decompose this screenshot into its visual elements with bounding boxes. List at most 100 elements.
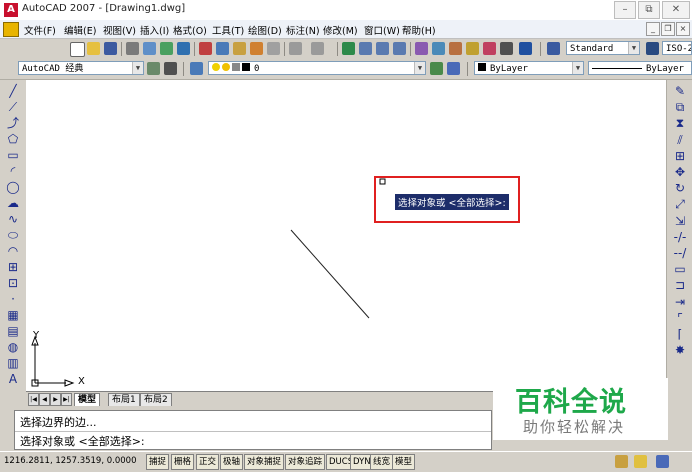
menu-insert[interactable]: 插入(I) [140,23,169,37]
text-style-icon[interactable] [547,42,560,55]
mirror-icon[interactable]: ⧗ [673,116,687,130]
polygon-icon[interactable]: ⬠ [6,132,20,146]
undo-icon[interactable] [289,42,302,55]
save-workspace-icon[interactable] [164,62,177,75]
circle-icon[interactable]: ◯ [6,180,20,194]
open-icon[interactable] [87,42,100,55]
ortho-toggle[interactable]: 正交 [196,454,220,470]
spline-icon[interactable]: ∿ [6,212,20,226]
erase-icon[interactable]: ✎ [673,84,687,98]
construction-line-icon[interactable]: ⟋ [6,100,20,114]
extend-icon[interactable]: --/ [673,246,687,260]
line-icon[interactable]: ╱ [6,84,20,98]
workspace-settings-icon[interactable] [147,62,160,75]
autocad-app-icon[interactable]: A [4,3,18,17]
zoom-window-icon[interactable] [376,42,389,55]
clean-screen-icon[interactable] [656,455,669,468]
tab-layout1[interactable]: 布局1 [108,393,140,407]
first-tab-button[interactable]: |◀ [28,393,39,406]
table-icon[interactable]: ▥ [6,356,20,370]
make-block-icon[interactable]: ⊡ [6,276,20,290]
document-icon[interactable] [3,22,19,37]
chevron-down-icon[interactable]: ▼ [628,42,639,54]
revision-cloud-icon[interactable]: ☁ [6,196,20,210]
new-icon[interactable] [70,42,85,57]
rotate-icon[interactable]: ↻ [673,181,687,195]
prev-tab-button[interactable]: ◀ [39,393,50,406]
ellipse-arc-icon[interactable]: ◠ [6,244,20,258]
menu-file[interactable]: 文件(F) [24,23,56,37]
menu-view[interactable]: 视图(V) [103,23,136,37]
redo-icon[interactable] [311,42,324,55]
markup-icon[interactable] [483,42,496,55]
chamfer-icon[interactable]: ⌜ [673,311,687,325]
last-tab-button[interactable]: ▶| [61,393,72,406]
join-icon[interactable]: ⇥ [673,295,687,309]
menu-edit[interactable]: 编辑(E) [64,23,96,37]
chevron-down-icon[interactable]: ▼ [132,62,143,74]
match-properties-icon[interactable] [250,42,263,55]
layer-previous-icon[interactable] [447,62,460,75]
chevron-down-icon[interactable]: ▼ [414,62,425,74]
grid-toggle[interactable]: 栅格 [171,454,195,470]
menu-draw[interactable]: 绘图(D) [248,23,282,37]
offset-icon[interactable]: ⫽ [673,133,687,147]
lock-icon[interactable] [634,455,647,468]
publish-icon[interactable] [160,42,173,55]
dim-style-combo[interactable]: ISO-2 [662,41,692,55]
array-icon[interactable]: ⊞ [673,149,687,163]
help-icon[interactable] [519,42,532,55]
model-toggle[interactable]: 模型 [392,454,416,470]
calculator-icon[interactable] [500,42,513,55]
polyline-icon[interactable]: ⤴ [6,116,20,130]
drawing-canvas[interactable]: 选择对象或 <全部选择>: Y X [26,80,666,391]
lineweight-toggle[interactable]: 线宽 [370,454,394,470]
sheet-set-icon[interactable] [466,42,479,55]
block-editor-icon[interactable] [267,42,280,55]
workspace-combo[interactable]: AutoCAD 经典 ▼ [18,61,144,75]
text-style-combo[interactable]: Standard ▼ [566,41,640,55]
chevron-down-icon[interactable]: ▼ [572,62,583,74]
tab-model[interactable]: 模型 [74,393,101,407]
menu-modify[interactable]: 修改(M) [323,23,358,37]
region-icon[interactable]: ◍ [6,340,20,354]
coordinate-readout[interactable]: 1216.2811, 1257.3519, 0.0000 [4,456,136,466]
drawn-line[interactable] [290,229,370,319]
fillet-icon[interactable]: ⌈ [673,327,687,341]
point-icon[interactable]: · [6,292,20,306]
dim-style-icon[interactable] [646,42,659,55]
doc-close-button[interactable]: × [676,22,690,36]
rectangle-icon[interactable]: ▭ [6,148,20,162]
arc-icon[interactable]: ◜ [6,164,20,178]
3d-dwf-icon[interactable] [177,42,190,55]
design-center-icon[interactable] [432,42,445,55]
pan-icon[interactable] [342,42,355,55]
scale-icon[interactable]: ⤢ [673,197,687,211]
copy-clip-icon[interactable] [216,42,229,55]
close-button[interactable]: ✕ [662,1,690,19]
plot-preview-icon[interactable] [143,42,156,55]
properties-icon[interactable] [415,42,428,55]
hatch-icon[interactable]: ▦ [6,308,20,322]
doc-restore-button[interactable]: ❐ [661,22,675,36]
move-icon[interactable]: ✥ [673,165,687,179]
insert-block-icon[interactable]: ⊞ [6,260,20,274]
mtext-icon[interactable]: A [6,372,20,386]
tool-palettes-icon[interactable] [449,42,462,55]
tab-layout2[interactable]: 布局2 [140,393,172,407]
menu-help[interactable]: 帮助(H) [402,23,436,37]
layer-manager-icon[interactable] [190,62,203,75]
save-icon[interactable] [104,42,117,55]
color-combo[interactable]: ByLayer ▼ [474,61,584,75]
paste-icon[interactable] [233,42,246,55]
osnap-toggle[interactable]: 对象捕捉 [244,454,285,470]
maximize-button[interactable]: ⧉ [638,1,660,19]
communication-center-icon[interactable] [615,455,628,468]
make-current-layer-icon[interactable] [430,62,443,75]
snap-toggle[interactable]: 捕捉 [146,454,170,470]
stretch-icon[interactable]: ⇲ [673,214,687,228]
command-window[interactable]: 选择边界的边... 选择对象或 <全部选择>: [14,410,492,450]
zoom-realtime-icon[interactable] [359,42,372,55]
command-prompt-line[interactable]: 选择对象或 <全部选择>: [20,433,145,449]
copy-icon[interactable]: ⧉ [673,100,687,114]
